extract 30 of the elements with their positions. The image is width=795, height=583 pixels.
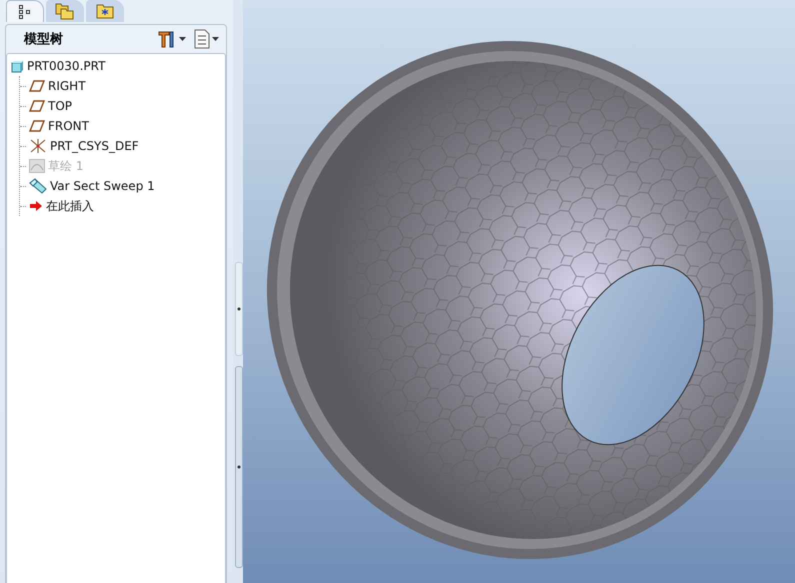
arrow-icon <box>29 200 43 212</box>
dot-icon <box>237 307 241 311</box>
caret-icon <box>212 37 219 41</box>
tree-item[interactable]: FRONT <box>48 119 89 133</box>
dot-icon <box>237 465 241 469</box>
list-icon <box>194 29 210 49</box>
plane-icon <box>29 80 45 92</box>
plane-icon <box>29 100 45 112</box>
sweep-icon <box>29 178 47 194</box>
tree-item[interactable]: RIGHT <box>48 79 86 93</box>
plane-icon <box>29 120 45 132</box>
tree-item[interactable]: Var Sect Sweep 1 <box>50 179 155 193</box>
coordinate-system-icon <box>29 138 47 154</box>
collapse-handle[interactable] <box>235 366 243 568</box>
sketch-icon <box>29 159 45 173</box>
tree-icon <box>18 4 32 20</box>
tree-item[interactable]: PRT0030.PRT <box>27 59 106 73</box>
collapse-handle[interactable] <box>235 262 243 356</box>
part-icon <box>11 60 24 72</box>
navigator-tab[interactable] <box>46 0 84 22</box>
panel-title: 模型树 <box>24 31 64 48</box>
show-dropdown-button[interactable] <box>193 28 220 50</box>
navigator-tab[interactable] <box>6 0 44 22</box>
navigator-tab[interactable] <box>86 0 124 22</box>
tree-item[interactable]: TOP <box>48 99 72 113</box>
tree-item[interactable]: PRT_CSYS_DEF <box>50 139 139 153</box>
caret-icon <box>179 37 186 41</box>
folder-icon <box>96 3 114 19</box>
folders-icon <box>55 2 75 20</box>
tree-item[interactable]: 在此插入 <box>46 198 94 214</box>
